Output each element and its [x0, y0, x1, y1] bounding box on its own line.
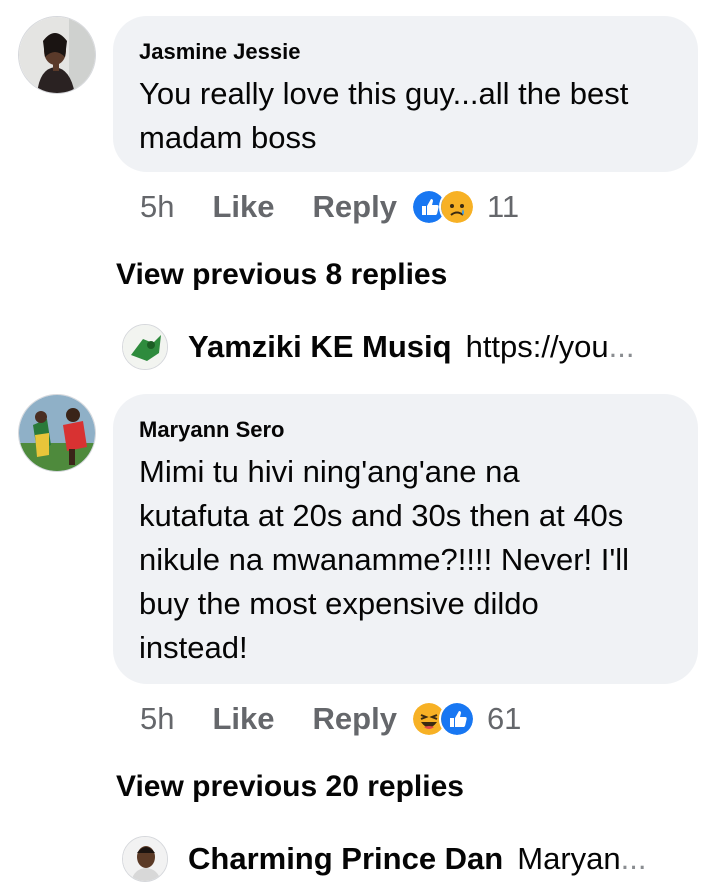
comment-author-avatar[interactable]	[18, 16, 96, 94]
sad-reaction-icon	[438, 189, 475, 225]
reply-ellipsis: ...	[620, 841, 647, 876]
reaction-summary[interactable]	[410, 189, 475, 225]
comment-bubble: Maryann Sero Mimi tu hivi ning'ang'ane n…	[113, 394, 698, 684]
reply-ellipsis: ...	[608, 329, 635, 364]
view-previous-replies-link[interactable]: View previous 20 replies	[116, 770, 464, 804]
comment-author-name[interactable]: Maryann Sero	[139, 416, 672, 444]
like-reaction-icon	[438, 701, 475, 737]
reply-text-preview: https://you	[465, 329, 609, 364]
reply-author-avatar[interactable]	[122, 836, 168, 882]
latest-reply-preview[interactable]: Charming Prince Dan Maryan...	[122, 834, 646, 884]
latest-reply-preview[interactable]: Yamziki KE Musiq https://you...	[122, 322, 634, 372]
comment-actions: 5h Like Reply 11	[140, 187, 519, 227]
comment-author-avatar[interactable]	[18, 394, 96, 472]
comment-actions: 5h Like Reply 61	[140, 699, 521, 739]
reply-author-name[interactable]: Yamziki KE Musiq	[188, 329, 452, 365]
reply-author-name[interactable]: Charming Prince Dan	[188, 841, 503, 877]
view-previous-replies-link[interactable]: View previous 8 replies	[116, 258, 447, 292]
reply-button[interactable]: Reply	[313, 701, 397, 737]
reply-text-preview: Maryan	[517, 841, 621, 876]
comment-text: You really love this guy...all the best …	[139, 76, 629, 155]
comment-text: Mimi tu hivi ning'ang'ane na kutafuta at…	[139, 454, 630, 665]
comment-timestamp[interactable]: 5h	[140, 189, 174, 225]
reaction-count[interactable]: 61	[487, 701, 521, 737]
comment-author-name[interactable]: Jasmine Jessie	[139, 38, 672, 66]
comment-timestamp[interactable]: 5h	[140, 701, 174, 737]
like-button[interactable]: Like	[212, 701, 274, 737]
like-button[interactable]: Like	[212, 189, 274, 225]
reaction-count[interactable]: 11	[487, 189, 519, 225]
comment-bubble: Jasmine Jessie You really love this guy.…	[113, 16, 698, 172]
reply-button[interactable]: Reply	[313, 189, 397, 225]
reply-author-avatar[interactable]	[122, 324, 168, 370]
reaction-summary[interactable]	[410, 701, 475, 737]
